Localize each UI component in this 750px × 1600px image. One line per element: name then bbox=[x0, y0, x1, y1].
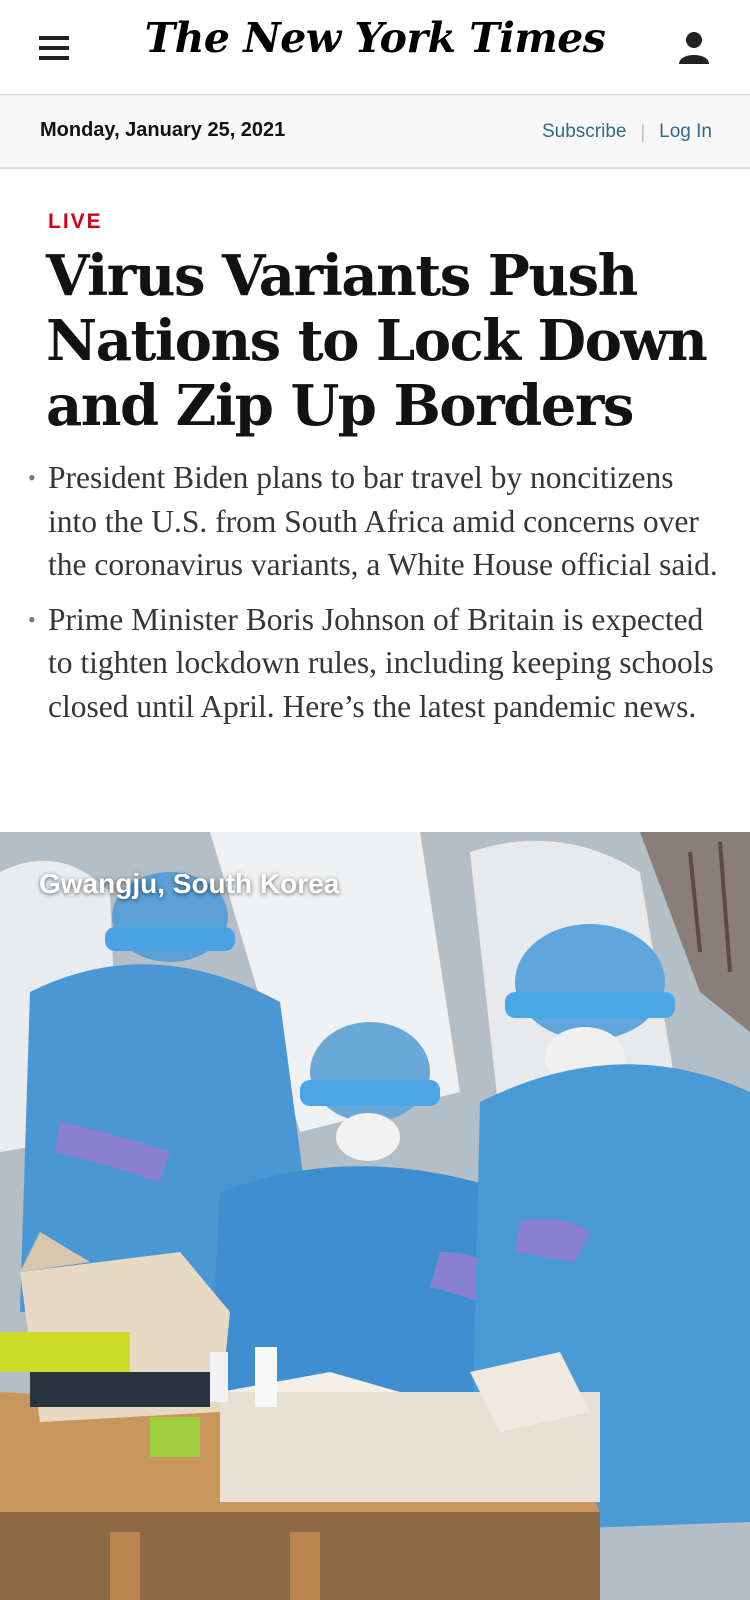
account-links: Subscribe | Log In bbox=[542, 121, 712, 143]
article-photo[interactable]: Gwangju, South Korea bbox=[0, 832, 750, 1600]
live-badge: LIVE bbox=[48, 210, 103, 233]
summary-text: President Biden plans to bar travel by n… bbox=[48, 460, 718, 582]
top-bar: The New York Times bbox=[0, 0, 750, 95]
login-link[interactable]: Log In bbox=[659, 121, 712, 143]
summary-text: Prime Minister Boris Johnson of Britain … bbox=[48, 601, 714, 724]
photo-caption: Gwangju, South Korea bbox=[39, 868, 340, 899]
article-headline[interactable]: Virus Variants Push Nations to Lock Down… bbox=[46, 244, 726, 439]
summary-item[interactable]: • President Biden plans to bar travel by… bbox=[28, 456, 718, 587]
article-summary-list: • President Biden plans to bar travel by… bbox=[28, 456, 718, 739]
user-account-icon[interactable] bbox=[674, 28, 714, 68]
link-divider: | bbox=[640, 121, 646, 142]
summary-item[interactable]: • Prime Minister Boris Johnson of Britai… bbox=[28, 598, 718, 729]
photo-illustration bbox=[0, 832, 750, 1600]
current-date: Monday, January 25, 2021 bbox=[40, 119, 286, 141]
site-logo[interactable]: The New York Times bbox=[0, 14, 750, 62]
bullet-icon: • bbox=[28, 465, 36, 490]
subscribe-link[interactable]: Subscribe bbox=[542, 121, 627, 143]
bullet-icon: • bbox=[28, 606, 36, 632]
date-bar: Monday, January 25, 2021 Subscribe | Log… bbox=[0, 95, 750, 169]
